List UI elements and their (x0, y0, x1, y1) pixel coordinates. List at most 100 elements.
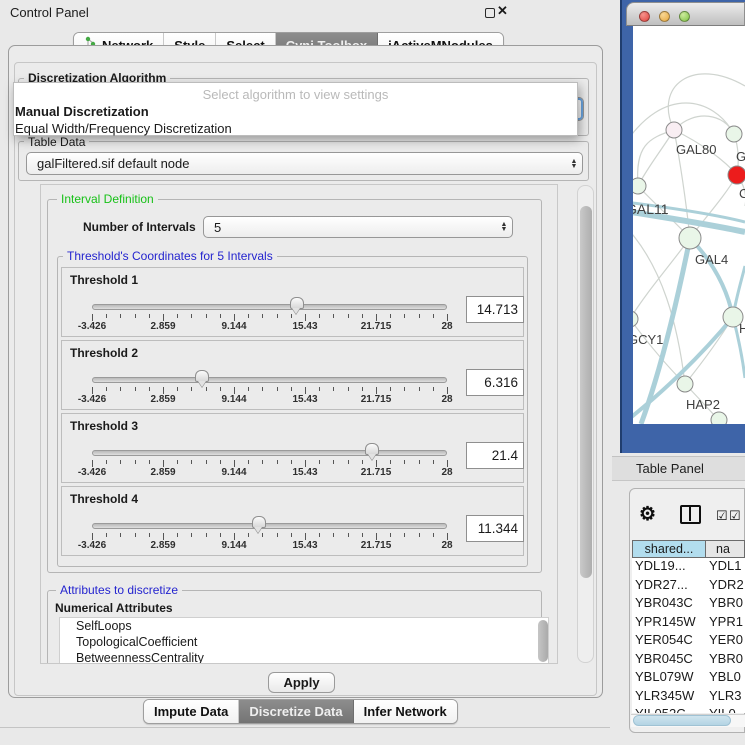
threshold-value-field[interactable]: 14.713 (466, 296, 524, 323)
tick-mark (163, 314, 164, 321)
tick-mark (333, 533, 334, 537)
network-node[interactable] (666, 122, 682, 138)
checkbox-icon[interactable]: ☑ (716, 508, 728, 524)
table-data-combobox[interactable]: galFiltered.sif default node ▲▼ (26, 152, 583, 175)
tick-mark (120, 460, 121, 464)
table-row[interactable]: YLR345WYLR3 (632, 688, 745, 707)
panel-scrollbar-thumb[interactable] (580, 206, 592, 578)
slider-track[interactable] (92, 377, 447, 383)
tick-mark (248, 387, 249, 391)
tick-mark (390, 533, 391, 537)
table-row[interactable]: YDR27...YDR2 (632, 577, 745, 596)
tick-mark (277, 460, 278, 464)
tick-mark (305, 460, 306, 467)
slider-handle[interactable] (195, 370, 209, 382)
attribute-list-item[interactable]: TopologicalCoefficient (60, 634, 548, 650)
tick-mark (262, 533, 263, 537)
float-window-icon[interactable] (485, 8, 495, 18)
cell-shared-name: YER054C (632, 632, 706, 651)
tick-mark (305, 533, 306, 540)
tick-mark (191, 314, 192, 318)
tick-mark (404, 460, 405, 464)
network-edge (674, 116, 734, 134)
tick-mark (433, 314, 434, 318)
num-intervals-combobox[interactable]: 5 ▲▼ (203, 216, 513, 238)
apply-button[interactable]: Apply (268, 672, 335, 693)
cell-name: YIL0 (706, 706, 745, 713)
tick-mark (433, 387, 434, 391)
network-node[interactable] (679, 227, 701, 249)
slider-track[interactable] (92, 450, 447, 456)
threshold-value-field[interactable]: 11.344 (466, 515, 524, 542)
tick-mark (291, 387, 292, 391)
network-node[interactable] (711, 412, 727, 424)
attributes-list[interactable]: SelfLoopsTopologicalCoefficientBetweenne… (59, 617, 549, 664)
network-node[interactable] (726, 126, 742, 142)
tab-impute-data[interactable]: Impute Data (144, 700, 239, 723)
threshold-label: Threshold 3 (70, 419, 138, 433)
network-node[interactable] (728, 166, 745, 184)
slider-handle[interactable] (290, 297, 304, 309)
tick-mark (149, 314, 150, 318)
column-header-shared-name[interactable]: shared... (632, 540, 706, 558)
table-row[interactable]: YPR145WYPR1 (632, 614, 745, 633)
tick-mark (447, 533, 448, 540)
tick-label: 9.144 (221, 540, 246, 551)
node-label-h: H (739, 321, 745, 336)
attribute-list-item[interactable]: BetweennessCentrality (60, 650, 548, 664)
network-window-titlebar[interactable] (626, 2, 745, 26)
tab-label: Infer Network (364, 704, 447, 719)
tick-mark (262, 460, 263, 464)
dropdown-item-equal-width[interactable]: Equal Width/Frequency Discretization (14, 120, 577, 137)
tick-mark (191, 533, 192, 537)
table-row[interactable]: YIL052CYIL0 (632, 706, 745, 713)
slider-track[interactable] (92, 304, 447, 310)
zoom-traffic-light-icon[interactable] (679, 11, 690, 22)
slider-handle[interactable] (365, 443, 379, 455)
table-row[interactable]: YBR045CYBR0 (632, 651, 745, 670)
tab-discretize-data[interactable]: Discretize Data (239, 700, 353, 723)
column-header-name[interactable]: na (706, 540, 745, 558)
slider-handle[interactable] (252, 516, 266, 528)
dropdown-item-manual-discretization[interactable]: Manual Discretization (14, 103, 577, 120)
tick-mark (390, 460, 391, 464)
tick-mark (262, 387, 263, 391)
columns-icon[interactable] (680, 505, 701, 524)
tick-mark (163, 460, 164, 467)
tick-mark (447, 387, 448, 394)
close-traffic-light-icon[interactable] (639, 11, 650, 22)
table-row[interactable]: YDL19...YDL1 (632, 558, 745, 577)
tick-label: 15.43 (292, 321, 317, 332)
table-row[interactable]: YER054CYER0 (632, 632, 745, 651)
threshold-value-field[interactable]: 6.316 (466, 369, 524, 396)
tick-mark (191, 460, 192, 464)
slider-track[interactable] (92, 523, 447, 529)
tick-mark (177, 533, 178, 537)
tab-infer-network[interactable]: Infer Network (354, 700, 457, 723)
tick-mark (305, 314, 306, 321)
minimize-traffic-light-icon[interactable] (659, 11, 670, 22)
threshold-label: Threshold 2 (70, 346, 138, 360)
thresholds-group-title: Threshold's Coordinates for 5 Intervals (63, 249, 277, 263)
network-node[interactable] (677, 376, 693, 392)
table-data-group-title: Table Data (24, 135, 89, 149)
table-hscrollbar-thumb[interactable] (633, 715, 731, 726)
cell-name: YBL0 (706, 669, 745, 688)
network-canvas[interactable]: GAL80GCGAL11GAL4GCY1HHAP2 (633, 26, 745, 424)
tick-mark (149, 460, 150, 464)
table-row[interactable]: YBL079WYBL0 (632, 669, 745, 688)
close-icon[interactable]: ✕ (497, 3, 508, 19)
gear-icon[interactable]: ⚙ (639, 503, 656, 526)
settings-scroll-viewport: Interval Definition Number of Intervals … (40, 184, 558, 664)
network-node[interactable] (633, 311, 638, 327)
tick-mark (177, 460, 178, 464)
attribute-list-item[interactable]: SelfLoops (60, 618, 548, 634)
table-row[interactable]: YBR043CYBR0 (632, 595, 745, 614)
attributes-list-scrollbar[interactable] (538, 620, 548, 662)
tick-mark (333, 314, 334, 318)
checkbox-icon[interactable]: ☑ (729, 508, 741, 524)
tick-mark (106, 533, 107, 537)
tick-label: -3.426 (78, 467, 106, 478)
threshold-value-field[interactable]: 21.4 (466, 442, 524, 469)
network-node[interactable] (633, 178, 646, 194)
